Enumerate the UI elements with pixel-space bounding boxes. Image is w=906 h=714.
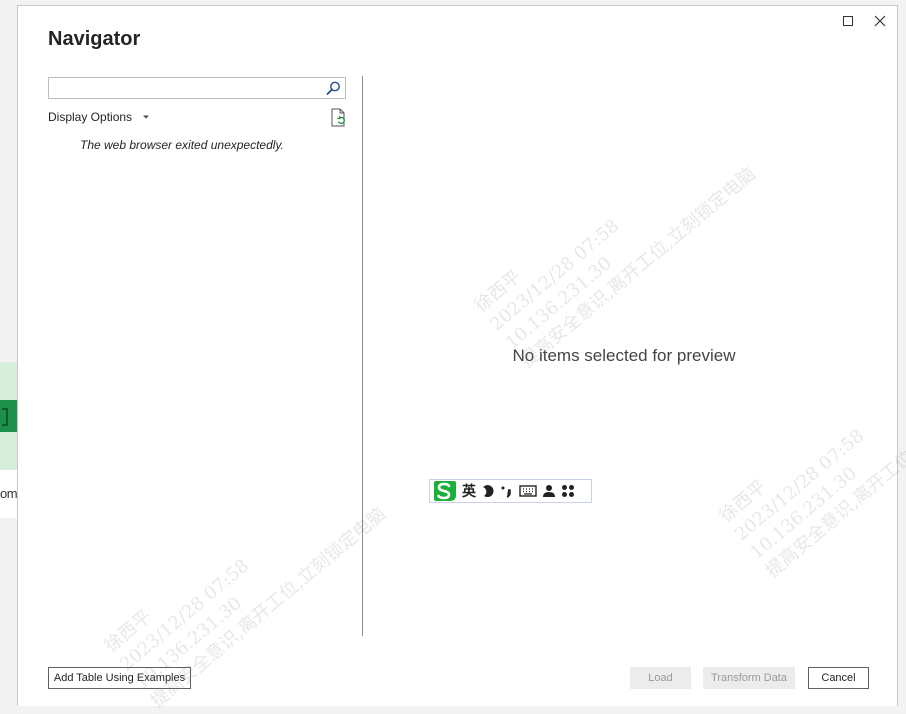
moon-icon[interactable] [481, 484, 495, 498]
keyboard-icon[interactable] [519, 484, 537, 498]
preview-empty-message: No items selected for preview [512, 346, 736, 365]
load-button: Load [630, 667, 691, 689]
navigator-dialog: Navigator Display Options The web browse… [17, 5, 898, 706]
browser-error-message: The web browser exited unexpectedly. [80, 138, 284, 152]
chevron-down-icon [143, 115, 150, 119]
search-input[interactable] [53, 80, 319, 96]
ime-toolbar: 英 [429, 479, 592, 503]
maximize-icon [843, 16, 853, 26]
transform-data-button: Transform Data [703, 667, 795, 689]
excel-logo-icon [0, 400, 17, 432]
close-icon [874, 15, 886, 27]
ime-language-toggle[interactable]: 英 [462, 481, 476, 501]
toolbox-icon[interactable] [561, 484, 575, 498]
display-options-dropdown[interactable]: Display Options [48, 110, 150, 124]
user-icon[interactable] [542, 484, 556, 498]
punctuation-icon[interactable] [500, 484, 514, 498]
refresh-icon[interactable] [330, 108, 348, 128]
dialog-title: Navigator [48, 28, 141, 50]
pane-divider[interactable] [362, 76, 363, 636]
search-icon[interactable] [325, 80, 342, 97]
maximize-button[interactable] [839, 12, 857, 30]
sogou-ime-logo-icon[interactable] [431, 479, 457, 503]
background-app-text: om [0, 486, 18, 501]
search-box[interactable] [48, 77, 346, 99]
cancel-button[interactable]: Cancel [808, 667, 869, 689]
display-options-label: Display Options [48, 110, 133, 124]
window-controls [839, 12, 889, 30]
add-table-using-examples-button[interactable]: Add Table Using Examples [48, 667, 191, 689]
close-button[interactable] [871, 12, 889, 30]
